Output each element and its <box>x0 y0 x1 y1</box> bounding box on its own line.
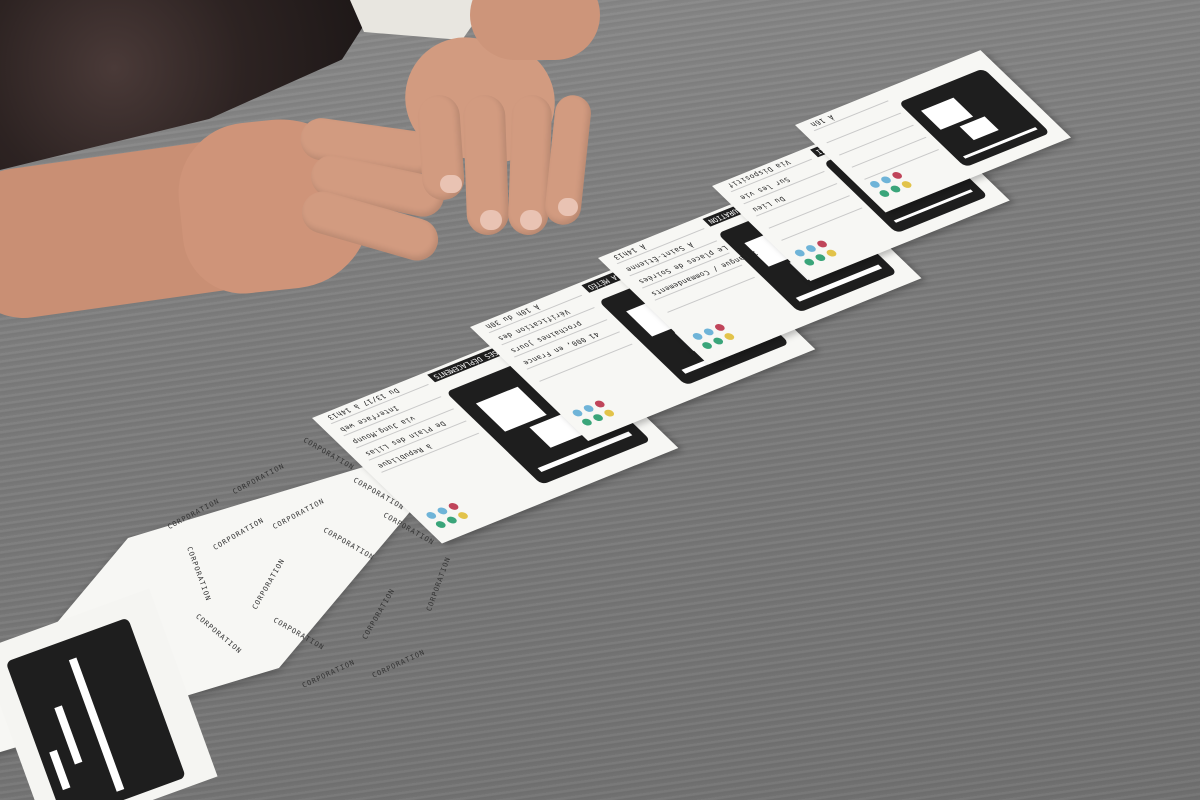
rating-dot <box>792 248 807 258</box>
rating-dot <box>580 417 594 427</box>
card-screen-panel <box>898 68 1051 168</box>
card-rule <box>781 207 863 241</box>
panel-bar <box>49 749 71 791</box>
panel-bar <box>68 657 125 792</box>
rating-dot <box>581 403 596 414</box>
rating-dot <box>570 408 585 418</box>
rating-dot <box>813 253 828 263</box>
rating-dot <box>602 408 617 418</box>
rating-dot <box>824 248 839 258</box>
card-rule <box>851 136 927 168</box>
rating-dot <box>592 399 607 409</box>
rating-dot <box>815 239 829 249</box>
photo-scene: CORPORATION CORPORATION CORPORATION CORP… <box>0 0 1200 800</box>
rating-dot <box>435 506 450 516</box>
card-rule <box>838 124 914 156</box>
partial-card-panel <box>5 617 186 800</box>
rating-dot <box>890 170 905 180</box>
rating-dot <box>888 184 903 194</box>
rating-dot <box>711 336 726 346</box>
card-rule <box>826 112 902 144</box>
rating-dot <box>446 501 461 511</box>
rating-dot <box>700 340 714 351</box>
rating-dot <box>433 519 448 530</box>
rating-dot <box>444 515 459 525</box>
rating-dot <box>712 322 727 332</box>
rating-dot <box>868 179 882 189</box>
rating-dot <box>877 188 892 199</box>
rating-dot <box>804 243 818 254</box>
rating-dot <box>456 511 470 521</box>
rating-dot <box>690 331 705 341</box>
rating-dot <box>424 510 439 520</box>
rating-dot <box>879 175 893 185</box>
rating-dot <box>591 413 605 423</box>
rating-dot <box>899 179 914 190</box>
rating-dot <box>722 331 737 342</box>
rating-dot <box>701 327 716 337</box>
rating-dot <box>802 257 817 267</box>
